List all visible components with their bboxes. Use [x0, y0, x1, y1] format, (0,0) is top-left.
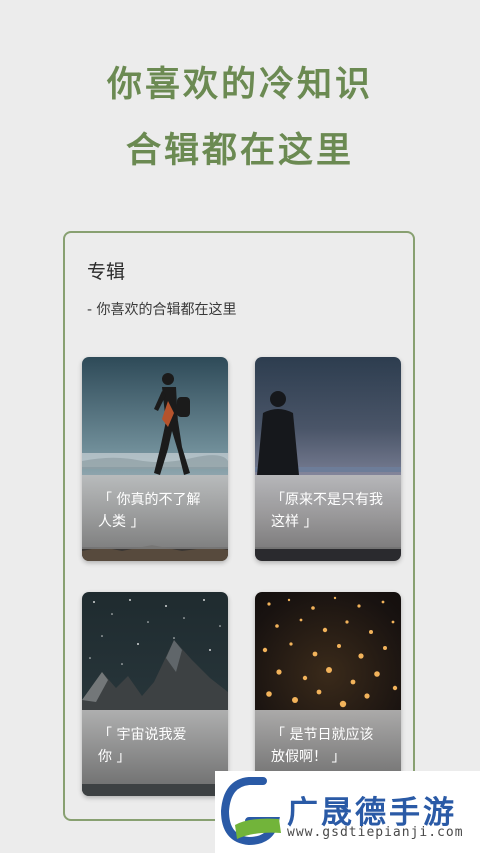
hero-line-1: 你喜欢的冷知识	[106, 65, 373, 105]
album-card-1[interactable]: 「 你真的不了解 人类 」	[82, 357, 228, 561]
album-card-4[interactable]: 「 是节日就应该 放假啊！ 」	[255, 592, 401, 796]
album-panel: 专辑 - 你喜欢的合辑都在这里 「 你真的不了解 人类 」 「原来不是只有我 这…	[63, 231, 415, 821]
album-card-caption: 「 宇宙说我爱 你 」	[82, 710, 228, 784]
album-card-caption: 「 你真的不了解 人类 」	[82, 475, 228, 549]
album-subtitle: - 你喜欢的合辑都在这里	[87, 302, 237, 318]
album-card-caption: 「原来不是只有我 这样 」	[255, 475, 401, 549]
album-title: 专辑	[87, 261, 126, 283]
watermark-url: www.gsdtiepianji.com	[287, 825, 464, 840]
logo-icon	[220, 777, 281, 846]
album-card-2[interactable]: 「原来不是只有我 这样 」	[255, 357, 401, 561]
album-card-3[interactable]: 「 宇宙说我爱 你 」	[82, 592, 228, 796]
hero-line-2: 合辑都在这里	[125, 131, 354, 171]
watermark: 广晟德手游 www.gsdtiepianji.com	[215, 771, 480, 853]
